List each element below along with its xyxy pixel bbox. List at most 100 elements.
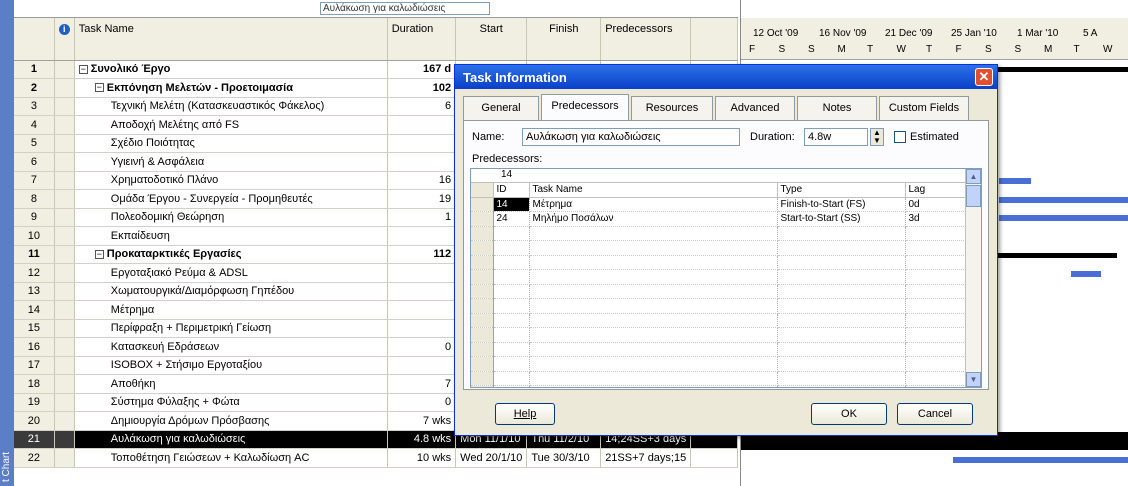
pred-lag-cell[interactable]	[905, 371, 968, 386]
pred-name-cell[interactable]	[529, 327, 778, 343]
pred-type-cell[interactable]	[777, 327, 906, 343]
indicator-cell[interactable]	[54, 189, 75, 209]
task-name-cell[interactable]: − Εκπόνηση Μελετών - Προετοιμασία	[74, 78, 388, 98]
task-bar[interactable]	[999, 178, 1031, 185]
pred-lag-cell[interactable]	[905, 327, 968, 343]
pred-name-cell[interactable]: Μέτρημα	[529, 197, 778, 212]
pred-name-cell[interactable]	[529, 385, 778, 387]
duration-cell[interactable]: 102	[387, 78, 457, 98]
predecessor-row[interactable]	[471, 313, 968, 328]
task-name-cell[interactable]: Πολεοδομική Θεώρηση	[74, 208, 388, 227]
duration-cell[interactable]: 167 d	[387, 60, 457, 79]
pred-id-cell[interactable]	[493, 240, 530, 256]
indicator-cell[interactable]	[54, 337, 75, 357]
predecessor-row[interactable]	[471, 269, 968, 285]
duration-cell[interactable]: 1	[387, 208, 457, 227]
tab-predecessors[interactable]: Predecessors	[541, 94, 629, 120]
task-name-cell[interactable]: Αποδοχή Μελέτης από FS	[74, 115, 388, 135]
pred-row-header[interactable]	[471, 371, 494, 386]
collapse-icon[interactable]: −	[94, 249, 104, 259]
indicator-cell[interactable]	[54, 319, 75, 338]
task-bar[interactable]	[953, 456, 1128, 463]
indicator-cell[interactable]	[54, 78, 75, 98]
pred-type-cell[interactable]: Finish-to-Start (FS)	[777, 197, 906, 212]
start-header[interactable]: Start	[455, 18, 528, 61]
pred-lag-cell[interactable]	[905, 255, 968, 270]
task-name-cell[interactable]: Ομάδα Έργου - Συνεργεία - Προμηθευτές	[74, 189, 388, 209]
cancel-button[interactable]: Cancel	[897, 403, 973, 425]
pred-type-cell[interactable]	[777, 356, 906, 372]
finish-header[interactable]: Finish	[526, 18, 602, 61]
pred-row-header[interactable]	[471, 240, 494, 256]
view-bar[interactable]: t Chart	[0, 0, 14, 486]
pred-row-header[interactable]	[471, 327, 494, 343]
pred-row-header[interactable]	[471, 385, 494, 387]
duration-cell[interactable]	[387, 356, 457, 375]
duration-field[interactable]: 4.8w	[804, 128, 868, 146]
pred-id-cell[interactable]: 24	[493, 211, 530, 227]
predecessor-row[interactable]	[471, 342, 968, 357]
entry-field[interactable]: Αυλάκωση για καλωδιώσεις	[320, 2, 490, 15]
pred-id-cell[interactable]	[493, 284, 530, 299]
pred-name-cell[interactable]	[529, 240, 778, 256]
duration-cell[interactable]: 10 wks	[387, 448, 457, 468]
pred-name-cell[interactable]: Μηλήμο Ποσάλων	[529, 211, 778, 227]
predecessor-row[interactable]: 14 Μέτρημα Finish-to-Start (FS) 0d	[471, 197, 968, 212]
task-name-cell[interactable]: Δημιουργία Δρόμων Πρόσβασης	[74, 411, 388, 431]
row-id[interactable]: 11	[14, 245, 55, 264]
pred-lag-cell[interactable]	[905, 240, 968, 256]
ok-button[interactable]: OK	[811, 403, 887, 425]
tab-custom-fields[interactable]: Custom Fields	[879, 96, 969, 120]
pred-id-cell[interactable]	[493, 356, 530, 372]
pred-row-header[interactable]	[471, 342, 494, 357]
task-name-cell[interactable]: Τοποθέτηση Γειώσεων + Καλωδίωση AC	[74, 448, 388, 468]
duration-cell[interactable]: 16	[387, 171, 457, 190]
pred-type-cell[interactable]	[777, 255, 906, 270]
task-name-cell[interactable]: ISOBOX + Στήσιμο Εργοταξίου	[74, 356, 388, 375]
row-id[interactable]: 18	[14, 374, 55, 394]
pred-name-cell[interactable]	[529, 298, 778, 314]
tab-general[interactable]: General	[463, 96, 539, 120]
indicator-cell[interactable]	[54, 171, 75, 190]
pred-name-cell[interactable]	[529, 371, 778, 386]
pred-name-cell[interactable]	[529, 269, 778, 285]
tab-notes[interactable]: Notes	[797, 96, 877, 120]
predecessor-row[interactable]	[471, 298, 968, 314]
pred-lag-cell[interactable]	[905, 298, 968, 314]
task-name-cell[interactable]: Εργοταξιακό Ρεύμα & ADSL	[74, 263, 388, 283]
row-id[interactable]: 15	[14, 319, 55, 338]
pred-type-cell[interactable]	[777, 284, 906, 299]
pred-lag-cell[interactable]: 0d	[905, 197, 968, 212]
row-id[interactable]: 17	[14, 356, 55, 375]
indicator-cell[interactable]	[54, 411, 75, 431]
duration-spinner[interactable]: ▲ ▼	[870, 128, 884, 146]
pred-type-cell[interactable]	[777, 298, 906, 314]
row-id-header[interactable]	[14, 18, 55, 61]
pred-name-cell[interactable]	[529, 226, 778, 241]
row-id[interactable]: 9	[14, 208, 55, 227]
row-id[interactable]: 2	[14, 78, 55, 98]
task-name-cell[interactable]: Σχέδιο Ποιότητας	[74, 134, 388, 153]
predecessor-row[interactable]	[471, 255, 968, 270]
tab-resources[interactable]: Resources	[631, 96, 713, 120]
pred-id-cell[interactable]	[493, 269, 530, 285]
duration-cell[interactable]	[387, 319, 457, 338]
collapse-icon[interactable]: −	[78, 64, 88, 74]
indicator-cell[interactable]	[54, 430, 75, 449]
predecessor-row[interactable]	[471, 284, 968, 299]
collapse-icon[interactable]: −	[94, 83, 104, 93]
indicator-cell[interactable]	[54, 152, 75, 172]
indicator-cell[interactable]	[54, 208, 75, 227]
duration-header[interactable]: Duration	[387, 18, 457, 61]
pred-row-header[interactable]	[471, 269, 494, 285]
indicator-cell[interactable]	[54, 300, 75, 320]
pred-lag-cell[interactable]	[905, 226, 968, 241]
pred-row-header[interactable]	[471, 197, 494, 212]
row-id[interactable]: 3	[14, 97, 55, 116]
duration-cell[interactable]: 7 wks	[387, 411, 457, 431]
pred-type-cell[interactable]	[777, 313, 906, 328]
pred-type-cell[interactable]: Start-to-Start (SS)	[777, 211, 906, 227]
row-id[interactable]: 20	[14, 411, 55, 431]
task-name-cell[interactable]: − Προκαταρκτικές Εργασίες	[74, 245, 388, 264]
duration-cell[interactable]: 112	[387, 245, 457, 264]
